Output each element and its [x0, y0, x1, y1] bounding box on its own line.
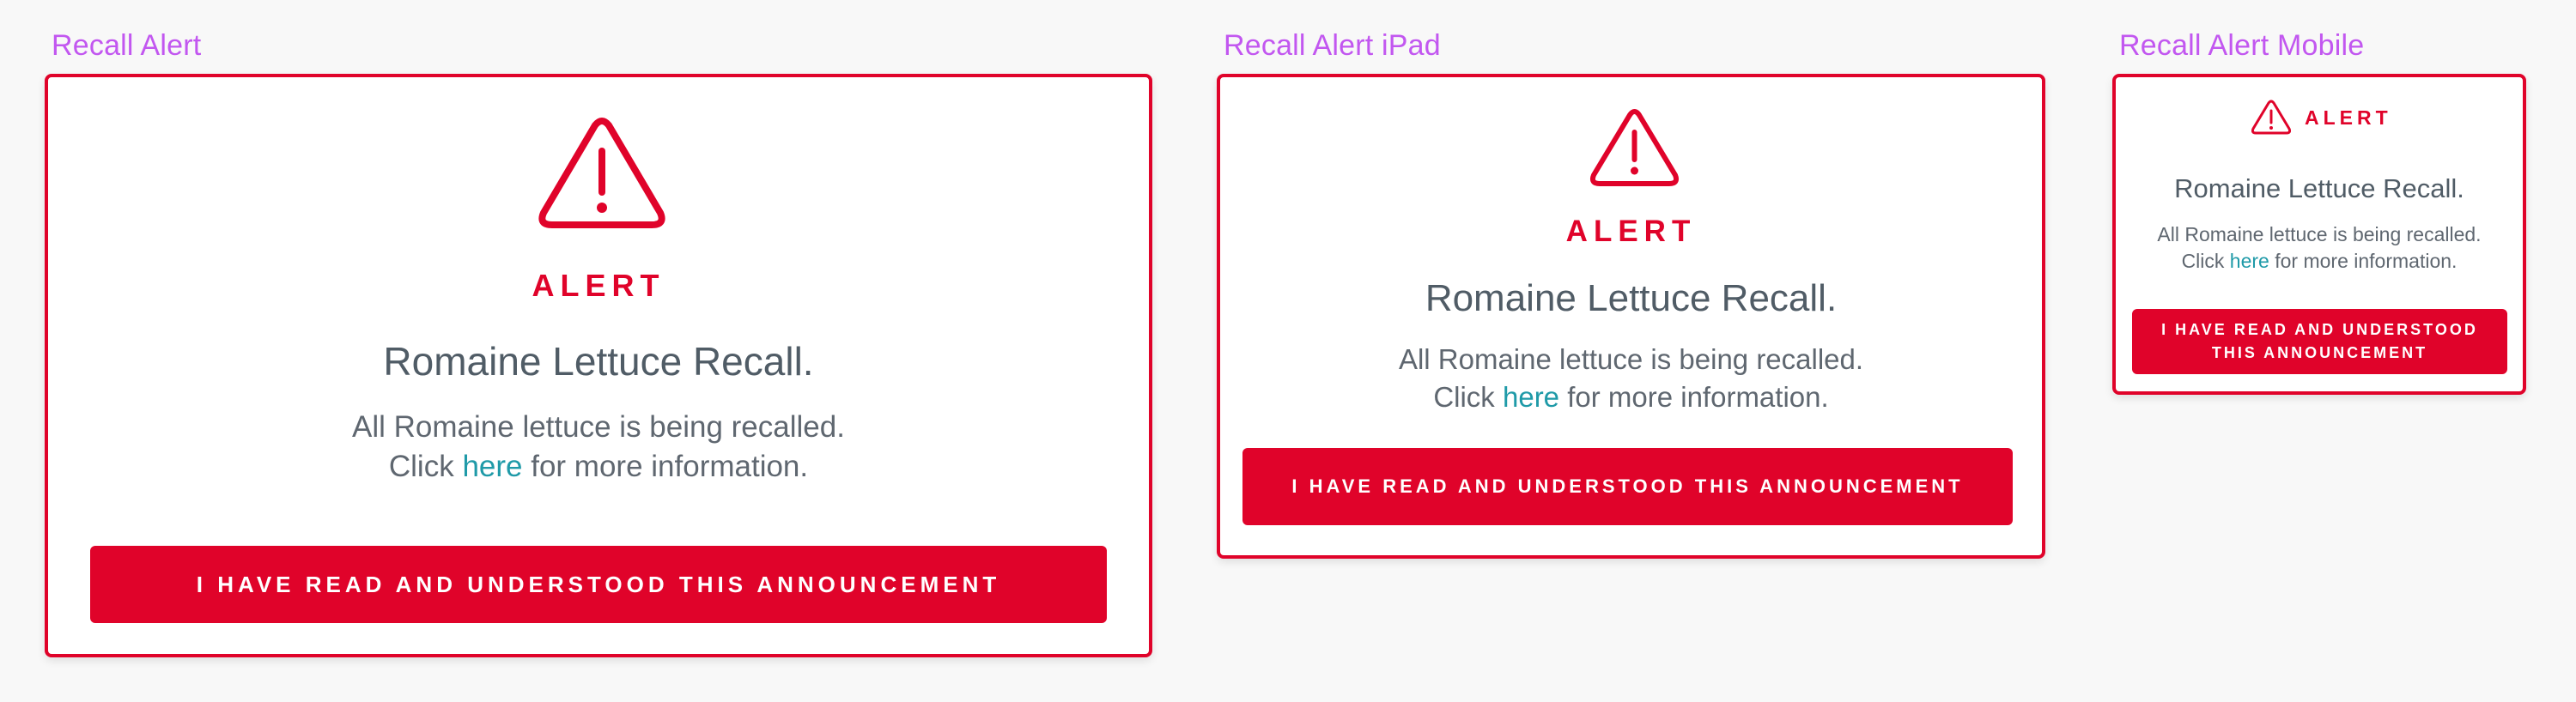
more-info-suffix: for more information.: [2269, 250, 2458, 272]
more-info-suffix: for more information.: [1559, 381, 1829, 413]
more-info-text: Click here for more information.: [2116, 250, 2523, 273]
label-recall-alert-ipad: Recall Alert iPad: [1224, 29, 1441, 62]
warning-triangle-icon: [537, 117, 667, 233]
label-recall-alert: Recall Alert: [52, 29, 202, 62]
more-info-link[interactable]: here: [2230, 250, 2269, 272]
acknowledge-button[interactable]: I HAVE READ AND UNDERSTOOD THIS ANNOUNCE…: [1242, 448, 2013, 525]
recall-alert-card-mobile: ALERT Romaine Lettuce Recall. All Romain…: [2112, 74, 2526, 395]
more-info-prefix: Click: [1433, 381, 1503, 413]
warning-triangle-icon: [1589, 108, 1680, 190]
recall-body-text: All Romaine lettuce is being recalled.: [1398, 343, 1864, 375]
recall-headline: Romaine Lettuce Recall.: [1425, 277, 1838, 319]
recall-headline: Romaine Lettuce Recall.: [383, 339, 814, 384]
label-recall-alert-mobile: Recall Alert Mobile: [2119, 29, 2365, 62]
acknowledge-button[interactable]: I HAVE READ AND UNDERSTOOD THIS ANNOUNCE…: [90, 546, 1107, 623]
recall-body-text: All Romaine lettuce is being recalled.: [2157, 223, 2482, 245]
recall-alert-card-desktop: ALERT Romaine Lettuce Recall. All Romain…: [45, 74, 1152, 657]
more-info-link[interactable]: here: [462, 450, 522, 483]
more-info-prefix: Click: [2181, 250, 2230, 272]
alert-heading: ALERT: [2305, 106, 2392, 129]
acknowledge-button[interactable]: I HAVE READ AND UNDERSTOOD THIS ANNOUNCE…: [2132, 309, 2507, 374]
more-info-link[interactable]: here: [1503, 381, 1559, 413]
more-info-suffix: for more information.: [522, 450, 809, 483]
more-info-prefix: Click: [388, 450, 463, 483]
recall-body-text: All Romaine lettuce is being recalled.: [352, 410, 845, 444]
alert-heading: ALERT: [532, 268, 665, 303]
alert-heading: ALERT: [1565, 215, 1697, 248]
warning-triangle-icon: [2251, 100, 2291, 136]
recall-headline: Romaine Lettuce Recall.: [2174, 173, 2464, 203]
more-info-text: Click here for more information.: [1220, 381, 2042, 414]
recall-alert-card-ipad: ALERT Romaine Lettuce Recall. All Romain…: [1217, 74, 2045, 559]
more-info-text: Click here for more information.: [48, 450, 1149, 484]
